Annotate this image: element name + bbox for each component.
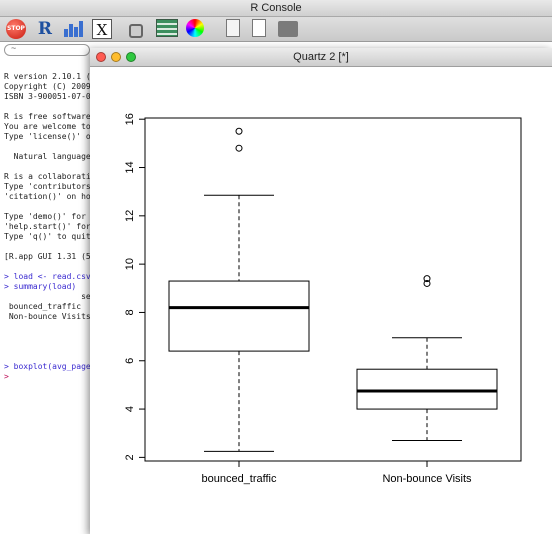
console-line: You are welcome to — [4, 122, 91, 131]
y-tick-label: 10 — [124, 258, 136, 270]
console-title: R Console — [250, 2, 302, 14]
y-tick-label: 6 — [124, 358, 136, 364]
console-line: R is a collaborati — [4, 172, 91, 181]
y-tick-label: 2 — [124, 454, 136, 460]
y-tick-label: 16 — [124, 113, 136, 125]
color-wheel-icon[interactable] — [186, 19, 204, 37]
console-line: R is free software — [4, 112, 91, 121]
console-line: Type 'demo()' for — [4, 212, 91, 221]
console-line: > boxplot(avg_page — [4, 362, 91, 371]
console-line: Type 'contributors — [4, 182, 91, 191]
console-line: bounced_traffic — [4, 302, 82, 311]
console-toolbar: STOP R X — [0, 17, 552, 42]
outlier-point — [235, 144, 243, 152]
y-tick-label: 8 — [124, 309, 136, 315]
console-line: Non-bounce Visits — [4, 312, 91, 321]
stop-icon[interactable]: STOP — [6, 19, 26, 39]
outlier-point — [235, 127, 243, 135]
r-source-icon[interactable]: R — [34, 19, 56, 39]
quartz-plot-window: Quartz 2 [*] 2 4 6 8 10 12 14 16 bounced_traffic… — [90, 48, 552, 534]
console-titlebar[interactable]: R Console — [0, 0, 552, 17]
console-line: [R.app GUI 1.31 (5 — [4, 252, 91, 261]
boxplot-chart: 2 4 6 8 10 12 14 16 bounced_traffic Non-bounce Vi… — [124, 113, 522, 485]
console-line: ISBN 3-900051-07-0 — [4, 92, 91, 101]
y-tick-label: 4 — [124, 406, 136, 412]
list-icon[interactable] — [156, 19, 178, 37]
quartz-title: Quartz 2 [*] — [293, 51, 349, 63]
new-document-icon[interactable] — [252, 19, 266, 37]
console-line: R version 2.10.1 ( — [4, 72, 91, 81]
print-icon[interactable] — [278, 21, 298, 37]
console-line: Natural language — [4, 152, 91, 161]
console-line: > load <- read.csv — [4, 272, 91, 281]
console-line: Copyright (C) 2009 — [4, 82, 91, 91]
bar-chart-icon[interactable] — [62, 19, 84, 39]
box-iqr — [168, 280, 310, 352]
box-iqr — [356, 368, 498, 410]
stop-label: STOP — [7, 25, 25, 32]
console-search-placeholder: ~ — [11, 43, 17, 53]
quartz-titlebar[interactable]: Quartz 2 [*] — [90, 48, 552, 67]
x11-icon[interactable]: X — [92, 19, 112, 39]
y-tick-label: 14 — [124, 161, 136, 173]
console-search-field[interactable]: ~ — [4, 43, 90, 56]
x-tick-label: bounced_traffic — [201, 473, 277, 485]
x-tick-label: Non-bounce Visits — [382, 473, 472, 485]
console-line: 'help.start()' for — [4, 222, 91, 231]
lock-icon[interactable] — [129, 24, 143, 38]
edit-document-icon[interactable] — [226, 19, 240, 37]
console-line: Type 'license()' o — [4, 132, 91, 141]
console-line: Type 'q()' to quit — [4, 232, 91, 241]
y-tick-label: 12 — [124, 210, 136, 222]
console-lines: R version 2.10.1 (Copyright (C) 2009 ISBN… — [4, 72, 96, 382]
console-line: seg — [4, 292, 96, 301]
console-line: > — [4, 372, 9, 381]
console-line: > summary(load) — [4, 282, 77, 291]
console-line: 'citation()' on ho — [4, 192, 91, 201]
